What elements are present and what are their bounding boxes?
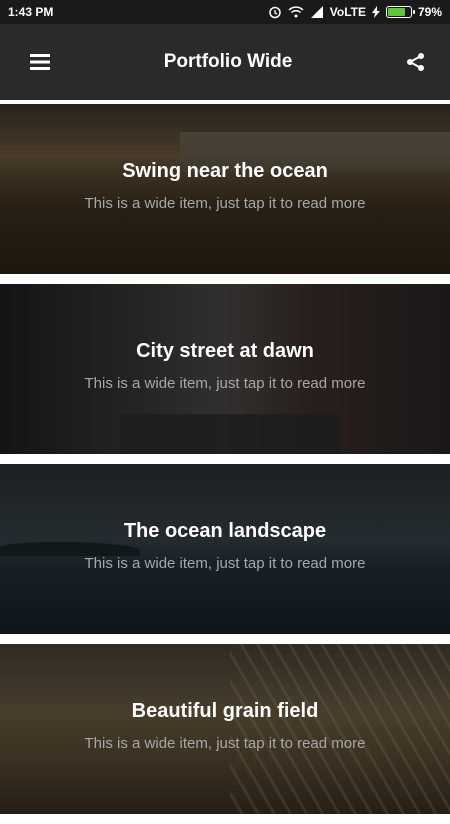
portfolio-item[interactable]: City street at dawn This is a wide item,…: [0, 284, 450, 454]
status-icons: VoLTE 79%: [268, 5, 442, 19]
share-button[interactable]: [404, 50, 428, 74]
portfolio-list: Swing near the ocean This is a wide item…: [0, 104, 450, 824]
charging-icon: [371, 6, 380, 18]
battery-level: [387, 8, 406, 16]
page-title: Portfolio Wide: [163, 51, 293, 72]
app-bar: Portfolio Wide: [0, 24, 450, 100]
menu-button[interactable]: [28, 50, 52, 74]
item-subtitle: This is a wide item, just tap it to read…: [84, 375, 366, 392]
signal-icon: [310, 6, 324, 18]
item-title: The ocean landscape: [123, 520, 327, 542]
menu-icon: [30, 54, 50, 70]
battery-percent: 79%: [417, 5, 442, 19]
portfolio-item[interactable]: The ocean landscape This is a wide item,…: [0, 464, 450, 634]
share-icon: [407, 53, 424, 71]
item-subtitle: This is a wide item, just tap it to read…: [84, 555, 366, 572]
wifi-icon: [288, 6, 304, 18]
network-label: VoLTE: [329, 5, 366, 19]
portfolio-item[interactable]: Swing near the ocean This is a wide item…: [0, 104, 450, 274]
status-time: 1:43 PM: [8, 5, 54, 19]
item-title: City street at dawn: [136, 340, 314, 362]
item-title: Beautiful grain field: [131, 700, 319, 722]
battery-icon: [385, 6, 415, 18]
alarm-icon: [268, 5, 282, 19]
item-subtitle: This is a wide item, just tap it to read…: [84, 195, 366, 212]
status-bar: 1:43 PM VoLTE 79%: [0, 0, 450, 24]
item-title: Swing near the ocean: [122, 160, 328, 182]
portfolio-item[interactable]: Beautiful grain field This is a wide ite…: [0, 644, 450, 814]
item-subtitle: This is a wide item, just tap it to read…: [84, 735, 366, 752]
